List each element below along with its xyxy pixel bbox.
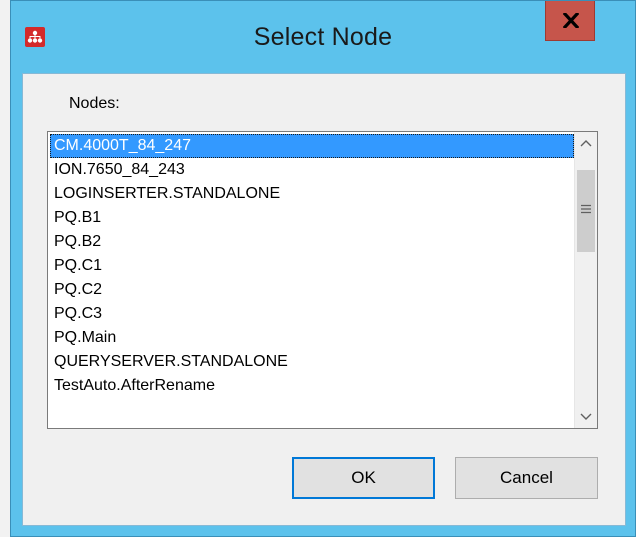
list-item[interactable]: PQ.B1 (50, 206, 574, 230)
scroll-up-button[interactable] (575, 132, 597, 154)
scroll-thumb[interactable] (577, 170, 595, 252)
nodes-listbox[interactable]: CM.4000T_84_247 ION.7650_84_243 LOGINSERTE… (47, 131, 598, 429)
list-item[interactable]: PQ.C2 (50, 278, 574, 302)
vertical-scrollbar[interactable] (574, 132, 597, 428)
dialog-title: Select Node (253, 23, 393, 51)
scroll-down-button[interactable] (575, 406, 597, 428)
nodes-list: CM.4000T_84_247 ION.7650_84_243 LOGINSERTE… (50, 134, 574, 398)
list-item[interactable]: TestAuto.AfterRename (50, 374, 574, 398)
close-button[interactable] (545, 1, 595, 41)
ok-button[interactable]: OK (292, 457, 435, 499)
cancel-button[interactable]: Cancel (455, 457, 598, 499)
list-item[interactable]: ION.7650_84_243 (50, 158, 574, 182)
chevron-up-icon (580, 140, 592, 147)
chevron-down-icon (580, 413, 592, 420)
list-item[interactable]: QUERYSERVER.STANDALONE (50, 350, 574, 374)
close-icon (563, 13, 579, 28)
grip-icon (581, 204, 591, 214)
list-item[interactable]: LOGINSERTER.STANDALONE (50, 182, 574, 206)
list-item[interactable]: PQ.B2 (50, 230, 574, 254)
nodes-label: Nodes: (69, 95, 120, 112)
list-item[interactable]: PQ.C3 (50, 302, 574, 326)
list-item[interactable]: PQ.Main (50, 326, 574, 350)
list-item[interactable]: CM.4000T_84_247 (50, 134, 574, 158)
list-item[interactable]: PQ.C1 (50, 254, 574, 278)
title-bar[interactable]: Select Node (11, 1, 635, 73)
